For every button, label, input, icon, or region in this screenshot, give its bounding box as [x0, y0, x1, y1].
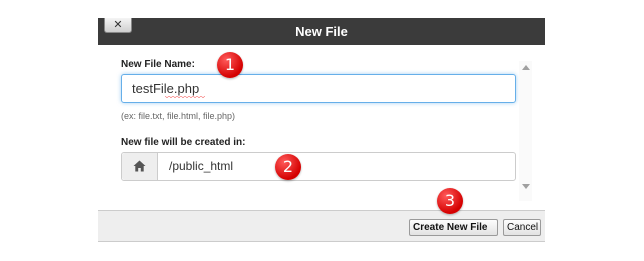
filename-input[interactable]: testFile.php — [121, 74, 516, 103]
dialog-title: New File — [295, 24, 348, 39]
annotation-badge-2: 2 — [275, 154, 301, 180]
scroll-down-arrow-icon[interactable] — [522, 184, 530, 189]
location-value: /public_html — [169, 159, 234, 173]
filename-label: New File Name: — [121, 59, 195, 70]
location-field[interactable]: /public_html — [121, 152, 516, 181]
filename-value: testFile.php — [132, 81, 200, 96]
new-file-dialog: New File ✕ New File Name: testFile.php (… — [98, 18, 545, 242]
annotation-badge-3: 3 — [437, 188, 463, 214]
dialog-content: New File Name: testFile.php (ex: file.tx… — [98, 45, 545, 210]
content-scrollbar[interactable] — [519, 61, 532, 201]
spellcheck-underline — [165, 96, 205, 99]
filename-hint: (ex: file.txt, file.html, file.php) — [121, 111, 236, 121]
cancel-button[interactable]: Cancel — [503, 219, 541, 236]
close-button[interactable]: ✕ — [104, 18, 132, 33]
dialog-titlebar: New File ✕ — [98, 18, 545, 45]
home-button[interactable] — [122, 153, 158, 180]
dialog-footer: Create New File Cancel — [98, 210, 545, 242]
create-new-file-button[interactable]: Create New File — [409, 219, 498, 236]
scroll-up-arrow-icon[interactable] — [522, 65, 530, 70]
location-label: New file will be created in: — [121, 137, 246, 148]
annotation-badge-1: 1 — [217, 52, 243, 78]
close-icon: ✕ — [113, 18, 123, 31]
home-icon — [133, 160, 146, 172]
